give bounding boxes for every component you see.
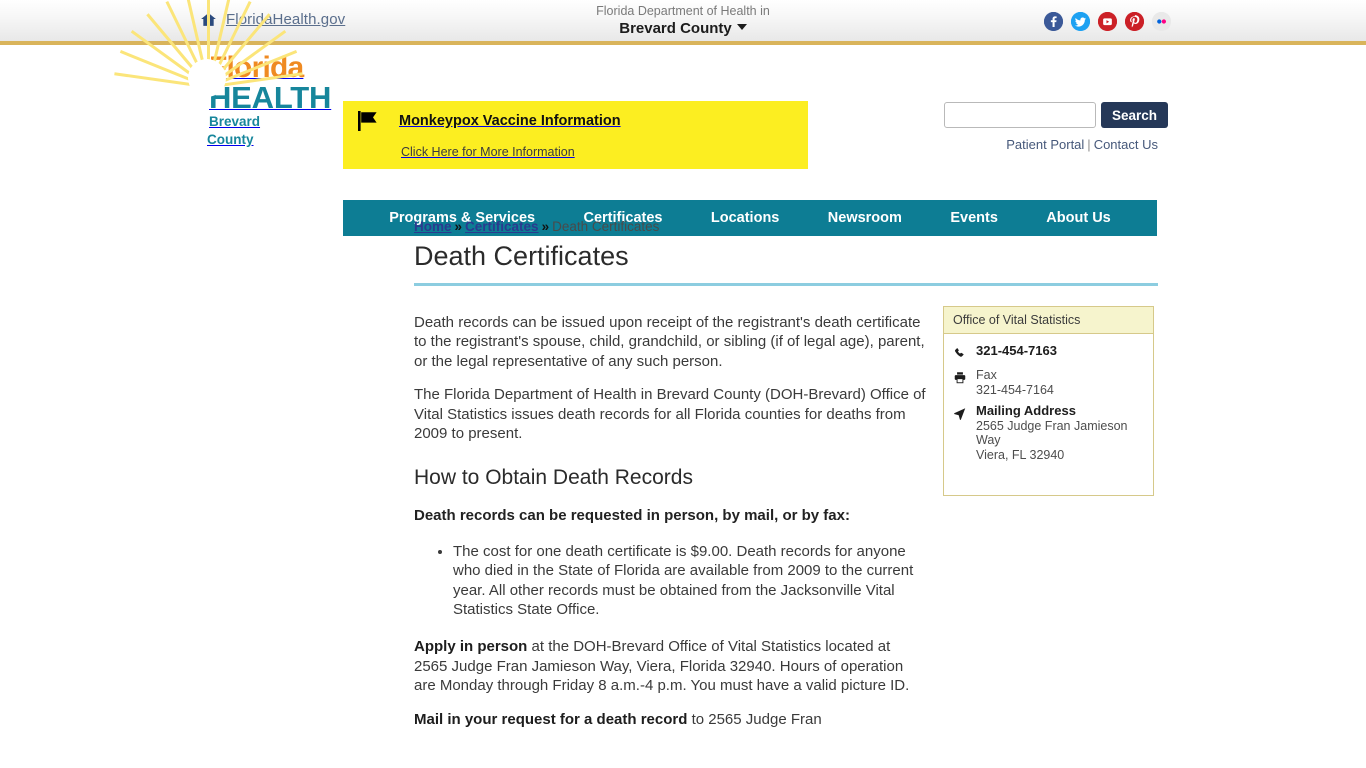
breadcrumb: Home» Certificates» Death Certificates [414, 219, 659, 234]
flickr-icon[interactable] [1152, 12, 1171, 31]
breadcrumb-home[interactable]: Home [414, 219, 452, 234]
page-title: Death Certificates [414, 239, 1158, 286]
phone-icon [953, 346, 967, 361]
cost-bullet-list: The cost for one death certificate is $9… [414, 542, 926, 620]
fax-row: Fax 321-454-7164 [953, 368, 1144, 397]
youtube-icon[interactable] [1098, 12, 1117, 31]
article-body: Death records can be issued upon receipt… [414, 313, 926, 743]
mail-request-label: Mail in your request for a death record [414, 710, 688, 728]
breadcrumb-separator-1: » [454, 219, 463, 234]
logo-county-text: Brevard County [207, 114, 261, 147]
fax-label: Fax [976, 368, 997, 382]
mailing-address-line-2: Viera, FL 32940 [976, 447, 1065, 462]
chevron-down-icon [736, 24, 747, 30]
alert-subtitle: Click Here for More Information [401, 145, 575, 159]
county-selector[interactable]: Brevard County [619, 19, 747, 38]
vital-statistics-card-header: Office of Vital Statistics [944, 307, 1153, 334]
pinterest-icon[interactable] [1125, 12, 1144, 31]
nav-item-events[interactable]: Events [944, 206, 1004, 230]
mailing-address-row: Mailing Address 2565 Judge Fran Jamieson… [953, 403, 1144, 462]
intro-paragraph-2: The Florida Department of Health in Brev… [414, 386, 926, 443]
county-label: Brevard County [619, 20, 732, 37]
patient-portal-link[interactable]: Patient Portal [1006, 137, 1084, 152]
search-button[interactable]: Search [1101, 102, 1169, 128]
breadcrumb-separator-2: » [541, 219, 550, 234]
location-arrow-icon [953, 406, 967, 421]
phone-row: 321-454-7163 [953, 343, 1144, 361]
search-input[interactable] [944, 102, 1096, 128]
twitter-icon[interactable] [1071, 12, 1090, 31]
intro-paragraph-1: Death records can be issued upon receipt… [414, 314, 925, 370]
phone-number[interactable]: 321-454-7163 [976, 343, 1057, 361]
breadcrumb-current: Death Certificates [552, 219, 660, 234]
mailing-address-line-1: 2565 Judge Fran Jamieson Way [976, 418, 1128, 448]
mail-request-text: to 2565 Judge Fran [687, 710, 822, 728]
utility-links: Patient Portal | Contact Us [1006, 137, 1158, 152]
contact-us-link[interactable]: Contact Us [1094, 137, 1158, 152]
mailing-address-label: Mailing Address [976, 403, 1076, 418]
facebook-icon[interactable] [1044, 12, 1063, 31]
nav-item-about-us[interactable]: About Us [1040, 206, 1116, 230]
site-search: Search [944, 102, 1169, 128]
alert-title: Monkeypox Vaccine Information [399, 113, 621, 129]
mailing-address-info: Mailing Address 2565 Judge Fran Jamieson… [976, 403, 1144, 462]
social-links [1044, 12, 1171, 31]
list-item: The cost for one death certificate is $9… [453, 542, 926, 620]
request-methods-lead: Death records can be requested in person… [414, 507, 850, 525]
monkeypox-alert-banner[interactable]: Monkeypox Vaccine Information Click Here… [343, 101, 808, 169]
breadcrumb-certificates[interactable]: Certificates [465, 219, 539, 234]
nav-item-newsroom[interactable]: Newsroom [822, 206, 908, 230]
site-header: Florida HEALTH Brevard County Monkeypox … [0, 0, 1366, 236]
vital-statistics-card: Office of Vital Statistics 321-454-7163 [943, 306, 1154, 496]
fax-icon [953, 370, 967, 385]
flag-icon [357, 110, 381, 132]
nav-item-locations[interactable]: Locations [705, 206, 785, 230]
fax-number: 321-454-7164 [976, 382, 1054, 397]
apply-in-person-label: Apply in person [414, 638, 528, 656]
section-heading-how-to-obtain: How to Obtain Death Records [414, 466, 693, 490]
florida-health-logo[interactable]: Florida HEALTH Brevard County [114, 0, 334, 195]
fax-info: Fax 321-454-7164 [976, 368, 1054, 397]
vital-statistics-card-body: 321-454-7163 Fax 321-454-7164 Mailing Ad… [944, 334, 1153, 495]
top-utility-bar: FloridaHealth.gov Florida Department of … [0, 0, 1366, 45]
apply-in-person-paragraph: Apply in person at the DOH-Brevard Offic… [414, 637, 926, 695]
mail-request-paragraph: Mail in your request for a death record … [414, 710, 926, 729]
utility-separator: | [1087, 137, 1091, 152]
